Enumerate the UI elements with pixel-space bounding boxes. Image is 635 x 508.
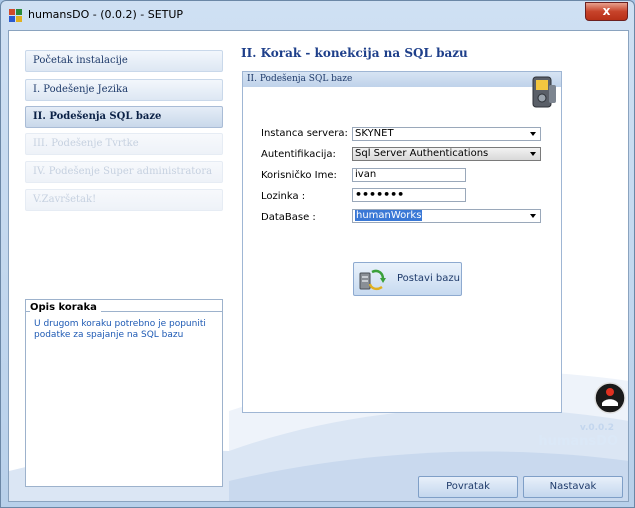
- client-area: Početak instalacije I. Podešenje Jezika …: [8, 30, 629, 502]
- panel-title: II. Podešenja SQL baze: [243, 72, 561, 87]
- step-pocetak[interactable]: Početak instalacije: [25, 50, 223, 72]
- step-sql-baze[interactable]: II. Podešenja SQL baze: [25, 106, 223, 128]
- title-bar[interactable]: humansDO - (0.0.2) - SETUP x: [1, 1, 634, 29]
- version-label: v.0.0.2: [579, 423, 614, 433]
- page-title: II. Korak - konekcija na SQL bazu: [241, 46, 468, 60]
- database-combo[interactable]: humanWorks: [352, 209, 541, 223]
- server-label: Instanca servera:: [261, 128, 348, 139]
- step-zavrsetak: V.Završetak!: [25, 189, 223, 211]
- database-label: DataBase :: [261, 212, 316, 223]
- app-icon: [9, 9, 22, 22]
- close-button[interactable]: x: [585, 2, 628, 21]
- back-button[interactable]: Povratak: [418, 476, 518, 498]
- auth-value: Sql Server Authentications: [355, 148, 489, 159]
- description-text: U drugom koraku potrebno je popuniti pod…: [34, 319, 206, 340]
- device-icon: [532, 76, 556, 108]
- database-sync-icon: [359, 269, 386, 291]
- step-label: III. Podešenje Tvrtke: [33, 138, 139, 149]
- auth-label: Autentifikacija:: [261, 149, 336, 160]
- brand-name: humansDO: [538, 434, 618, 449]
- step-label: I. Podešenje Jezika: [33, 84, 129, 95]
- description-title: Opis koraka: [30, 302, 101, 313]
- auth-combo[interactable]: Sql Server Authentications: [352, 147, 541, 161]
- step-label: V.Završetak!: [33, 194, 97, 205]
- set-database-label: Postavi bazu: [397, 273, 460, 284]
- username-value: ivan: [355, 169, 377, 180]
- chevron-down-icon[interactable]: [530, 152, 536, 156]
- password-value: •••••••: [355, 188, 405, 201]
- password-label: Lozinka :: [261, 191, 306, 202]
- username-input[interactable]: ivan: [352, 168, 466, 182]
- server-value: SKYNET: [355, 128, 394, 139]
- window-title: humansDO - (0.0.2) - SETUP: [28, 8, 184, 21]
- description-box: Opis koraka U drugom koraku potrebno je …: [25, 299, 223, 487]
- password-input[interactable]: •••••••: [352, 188, 466, 202]
- server-combo[interactable]: SKYNET: [352, 127, 541, 141]
- setup-window: humansDO - (0.0.2) - SETUP x Početak ins…: [0, 0, 635, 508]
- step-tvrtke: III. Podešenje Tvrtke: [25, 133, 223, 155]
- humansdo-logo-icon: [594, 382, 626, 414]
- step-label: II. Podešenja SQL baze: [33, 111, 162, 122]
- set-database-button[interactable]: Postavi bazu: [353, 262, 462, 296]
- step-label: IV. Podešenje Super administratora: [33, 166, 213, 177]
- step-super-admin: IV. Podešenje Super administratora: [25, 161, 223, 183]
- sql-settings-panel: II. Podešenja SQL baze Instanca servera:…: [242, 71, 562, 413]
- chevron-down-icon[interactable]: [530, 132, 536, 136]
- username-label: Korisničko Ime:: [261, 170, 337, 181]
- next-button[interactable]: Nastavak: [523, 476, 623, 498]
- step-label: Početak instalacije: [33, 55, 128, 66]
- step-jezik[interactable]: I. Podešenje Jezika: [25, 79, 223, 101]
- chevron-down-icon[interactable]: [530, 214, 536, 218]
- database-value: humanWorks: [355, 210, 423, 221]
